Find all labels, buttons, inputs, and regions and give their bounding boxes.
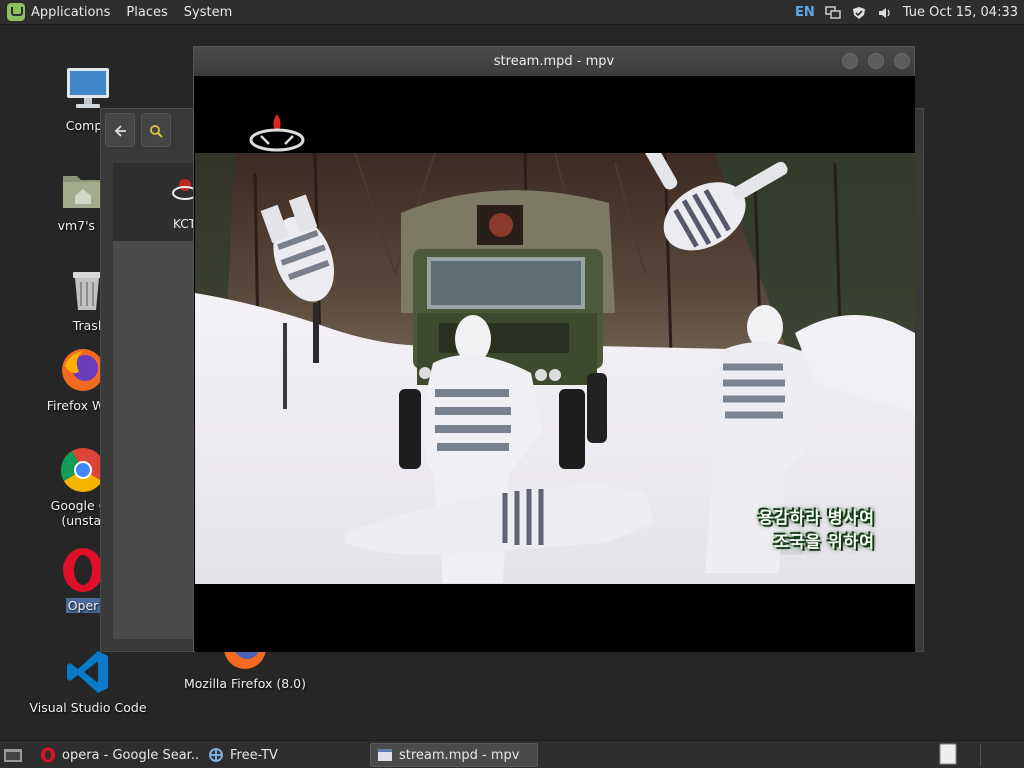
taskbar-item-freetv[interactable]: Free-TV <box>202 743 366 767</box>
mint-menu-icon[interactable] <box>7 3 25 21</box>
freetv-icon <box>209 748 223 762</box>
menu-places[interactable]: Places <box>126 5 167 20</box>
show-desktop-icon[interactable] <box>2 745 24 765</box>
search-button[interactable] <box>141 113 171 147</box>
network-icon[interactable] <box>825 5 841 20</box>
desktop-icon-label: Visual Studio Code <box>29 700 147 715</box>
opera-icon <box>41 747 55 763</box>
video-frame: 용감하라 병사여 조국을 위하여 <box>195 153 915 584</box>
top-panel: Applications Places System EN Tue Oct 15… <box>0 0 1024 25</box>
back-button[interactable] <box>105 113 135 147</box>
keyboard-layout-indicator[interactable]: EN <box>795 5 815 20</box>
taskbar-item-label: opera - Google Sear... <box>62 747 198 763</box>
menu-system[interactable]: System <box>184 5 232 20</box>
file-item[interactable]: KCT <box>113 163 198 241</box>
desktop-icon-label: Oper <box>65 598 101 613</box>
maximize-button[interactable] <box>868 53 884 69</box>
vscode-icon <box>64 648 112 696</box>
desktop-icon-vscode[interactable]: Visual Studio Code <box>23 648 153 715</box>
desktop-icon-firefox-8[interactable]: Mozilla Firefox (8.0) <box>180 648 310 691</box>
volume-icon[interactable] <box>877 6 893 20</box>
workspace-switcher-icon[interactable] <box>938 743 958 765</box>
taskbar-item-label: stream.mpd - mpv <box>399 747 520 763</box>
computer-icon <box>64 66 112 114</box>
mpv-window[interactable]: stream.mpd - mpv 용감하라 병사여 조국을 위하여 <box>193 46 915 652</box>
subtitle-line-2: 조국을 위하여 <box>774 532 875 551</box>
system-tray: EN Tue Oct 15, 04:33 <box>795 0 1018 25</box>
video-subtitle: 용감하라 병사여 조국을 위하여 <box>758 506 875 554</box>
clock[interactable]: Tue Oct 15, 04:33 <box>903 5 1018 20</box>
arrow-left-icon <box>114 125 126 137</box>
desktop-icon-label: Mozilla Firefox (8.0) <box>183 676 307 691</box>
taskbar-item-label: Free-TV <box>230 747 278 763</box>
minimize-button[interactable] <box>842 53 858 69</box>
window-titlebar[interactable]: stream.mpd - mpv <box>194 47 914 76</box>
shield-icon[interactable] <box>851 6 867 20</box>
subtitle-line-1: 용감하라 병사여 <box>758 508 875 527</box>
menu-applications[interactable]: Applications <box>31 5 110 20</box>
taskbar-item-mpv[interactable]: stream.mpd - mpv <box>370 743 538 767</box>
mpv-window-icon <box>378 749 392 761</box>
window-title: stream.mpd - mpv <box>493 54 615 69</box>
taskbar-divider <box>980 744 981 766</box>
close-button[interactable] <box>894 53 910 69</box>
taskbar: opera - Google Sear... Free-TV stream.mp… <box>0 740 1024 768</box>
search-icon <box>150 125 163 138</box>
video-area[interactable]: 용감하라 병사여 조국을 위하여 <box>195 76 915 652</box>
taskbar-item-opera[interactable]: opera - Google Sear... <box>34 743 198 767</box>
channel-logo-icon <box>249 114 305 152</box>
